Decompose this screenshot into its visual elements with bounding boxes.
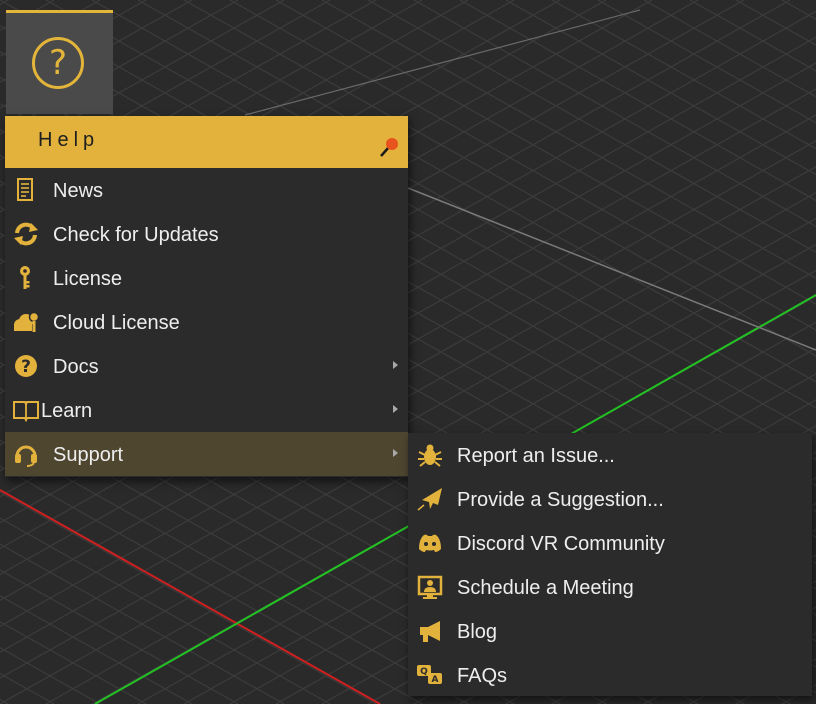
support-submenu: Report an Issue... Provide a Suggestion.… <box>408 433 812 696</box>
question-icon: ? <box>15 355 37 377</box>
menu-item-label: Schedule a Meeting <box>457 577 634 599</box>
pin-icon[interactable] <box>378 136 400 158</box>
menu-item-news[interactable]: News <box>5 168 408 212</box>
discord-icon <box>419 534 441 552</box>
submenu-arrow-icon <box>393 405 398 413</box>
svg-text:A: A <box>432 675 439 685</box>
svg-text:Q: Q <box>420 667 428 677</box>
menu-item-docs[interactable]: ? Docs <box>5 344 408 388</box>
menu-item-faqs[interactable]: Q A FAQs <box>408 653 812 697</box>
refresh-icon <box>14 222 38 246</box>
menu-item-label: Support <box>53 444 124 466</box>
headset-icon <box>15 445 37 467</box>
key-icon <box>20 266 30 289</box>
menu-item-label: License <box>53 268 122 290</box>
menu-item-label: Cloud License <box>53 312 180 334</box>
help-menu-title: Help <box>38 129 100 151</box>
menu-item-label: Docs <box>53 356 99 378</box>
menu-item-label: Discord VR Community <box>457 533 665 555</box>
menu-item-label: Report an Issue... <box>457 445 615 467</box>
menu-item-blog[interactable]: Blog <box>408 609 812 653</box>
menu-item-check-for-updates[interactable]: Check for Updates <box>5 212 408 256</box>
help-menu: Help News Check for Updates License Clou… <box>5 116 408 477</box>
menu-item-label: Check for Updates <box>53 224 219 246</box>
menu-item-label: Learn <box>41 400 93 422</box>
news-icon <box>17 178 33 201</box>
menu-item-learn[interactable]: Learn <box>5 388 408 432</box>
submenu-arrow-icon <box>393 449 398 457</box>
menu-item-label: FAQs <box>457 665 508 687</box>
megaphone-icon <box>420 621 440 642</box>
book-icon <box>13 401 39 423</box>
meeting-icon <box>417 575 443 599</box>
menu-item-provide-suggestion[interactable]: Provide a Suggestion... <box>408 477 812 521</box>
menu-item-label: News <box>53 180 104 202</box>
menu-item-schedule-meeting[interactable]: Schedule a Meeting <box>408 565 812 609</box>
menu-item-license[interactable]: License <box>5 256 408 300</box>
faq-icon: Q A <box>417 665 442 685</box>
bug-icon <box>418 444 442 467</box>
menu-item-report-issue[interactable]: Report an Issue... <box>408 433 812 477</box>
svg-text:?: ? <box>21 357 31 377</box>
menu-item-support[interactable]: Support <box>5 432 408 476</box>
paper-plane-icon <box>417 488 442 511</box>
help-menu-header: Help <box>5 116 408 168</box>
menu-item-discord[interactable]: Discord VR Community <box>408 521 812 565</box>
menu-item-label: Blog <box>457 621 498 643</box>
menu-item-cloud-license[interactable]: Cloud License <box>5 300 408 344</box>
menu-item-label: Provide a Suggestion... <box>457 489 664 511</box>
help-toolbar-button[interactable]: ? <box>6 10 113 114</box>
cloud-key-icon <box>14 311 40 332</box>
submenu-arrow-icon <box>393 361 398 369</box>
help-icon: ? <box>32 37 84 89</box>
